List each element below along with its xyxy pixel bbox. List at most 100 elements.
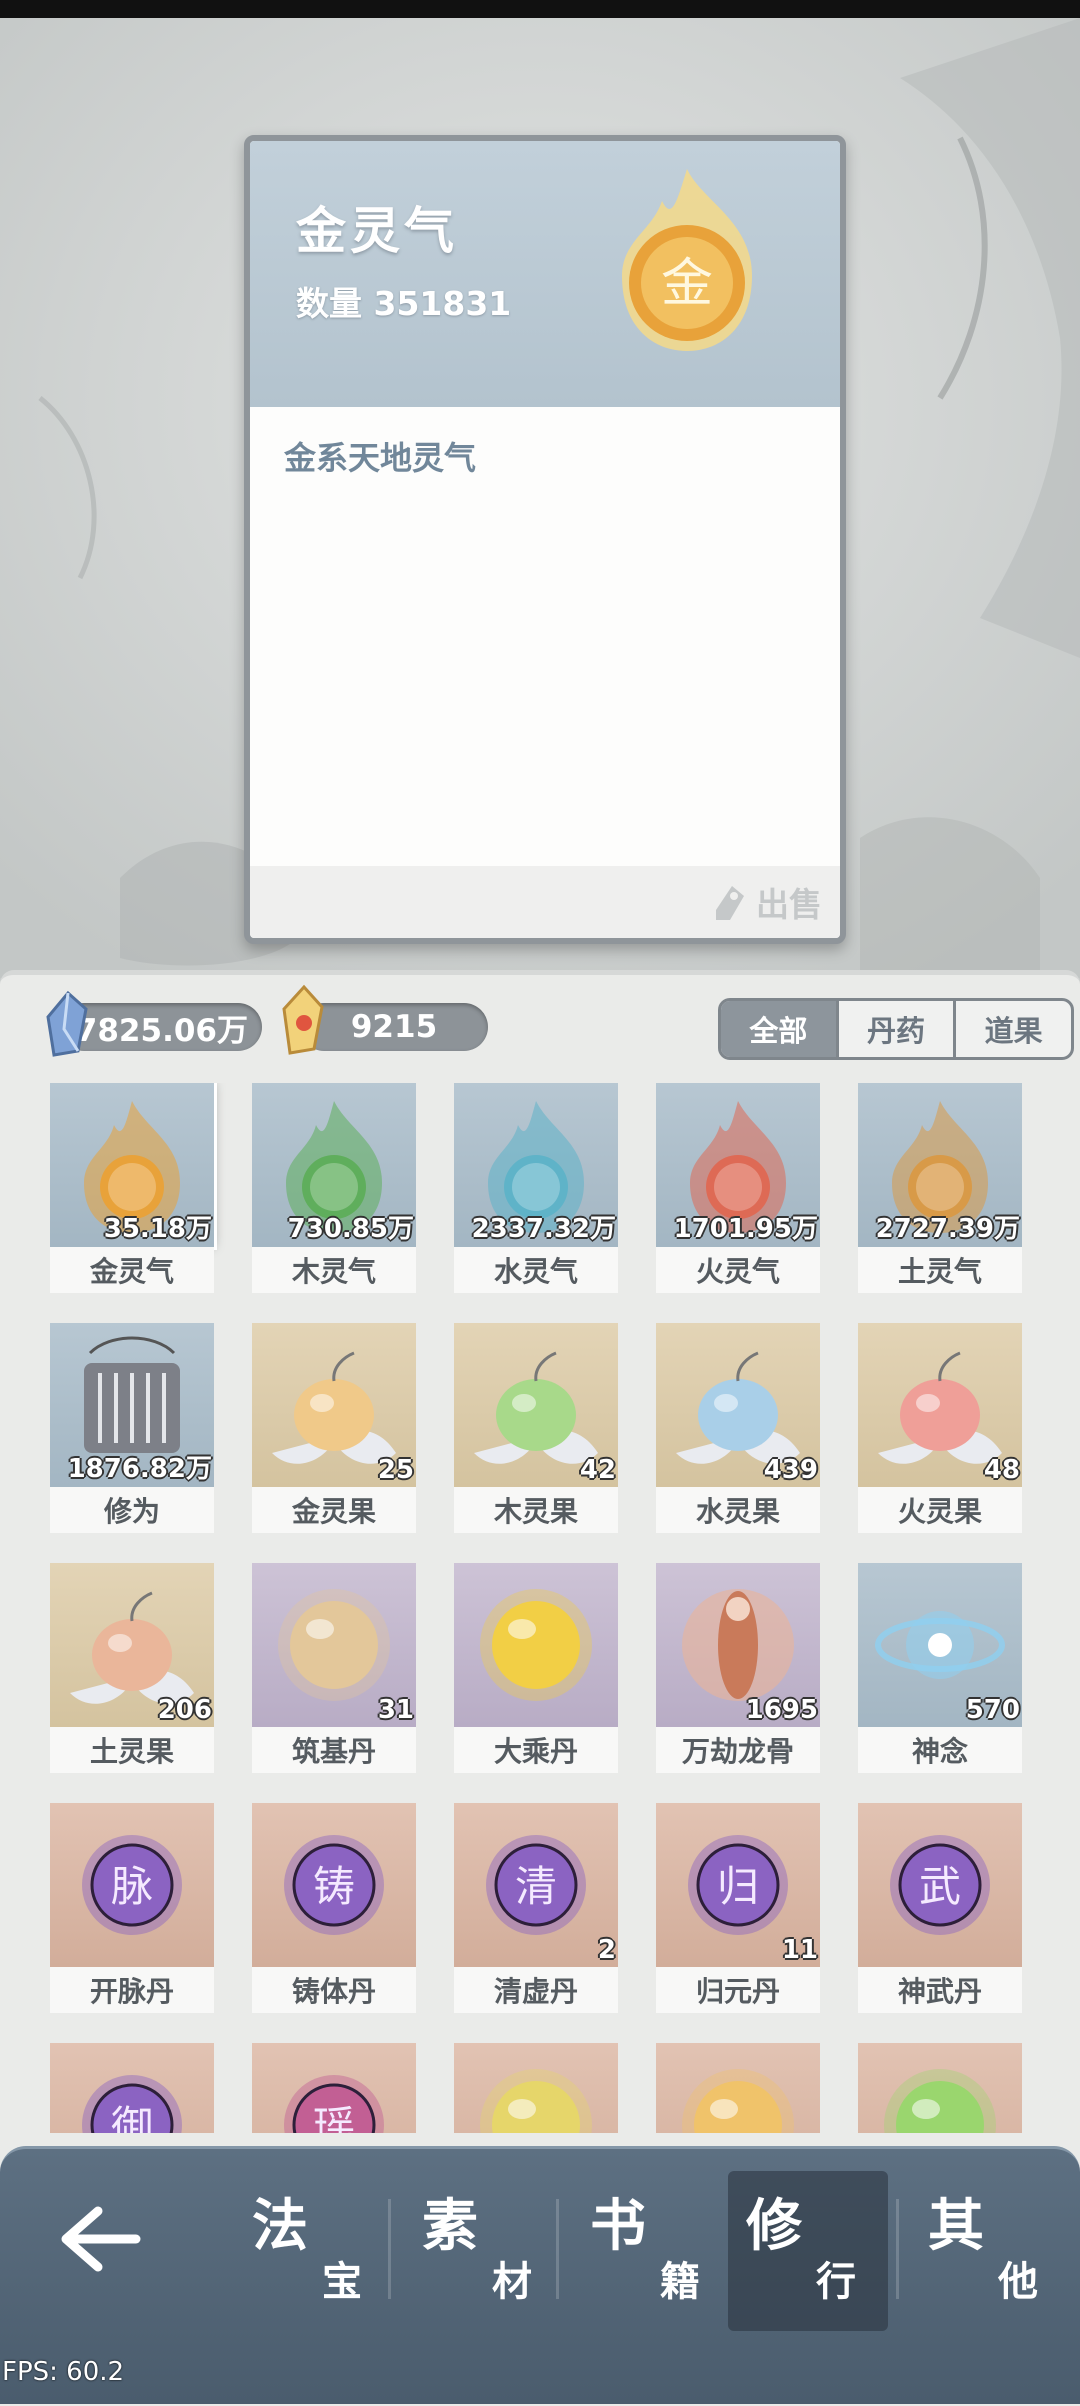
item-count: 35.18万 — [103, 1214, 212, 1244]
svg-text:金: 金 — [661, 254, 713, 314]
bottom-nav: 法 宝 素 材 书 籍 修 行 其 他 — [0, 2146, 1080, 2404]
item-thumbnail: 瑶 — [252, 2043, 416, 2133]
item-count: 439 — [763, 1455, 818, 1485]
nav-tab-other-big: 其 — [928, 2193, 984, 2259]
item-thumbnail: 570 — [858, 1563, 1022, 1727]
nav-tab-materials-big: 素 — [422, 2193, 478, 2259]
inventory-item[interactable]: 瑶 — [252, 2043, 420, 2133]
item-thumbnail: 归 11 — [656, 1803, 820, 1967]
inventory-item[interactable]: 铸铸体丹 — [252, 1803, 420, 2023]
item-count: 1695 — [745, 1695, 818, 1725]
item-name: 筑基丹 — [252, 1727, 416, 1773]
item-thumbnail: 1701.95万 — [656, 1083, 820, 1247]
item-thumbnail: 1695 — [656, 1563, 820, 1727]
item-name: 火灵果 — [858, 1487, 1022, 1533]
tab-all[interactable]: 全部 — [721, 1001, 836, 1057]
item-count: 数量 351831 — [296, 284, 512, 323]
inventory-item[interactable]: 2727.39万 土灵气 — [858, 1083, 1026, 1303]
item-thumbnail: 35.18万 — [50, 1083, 217, 1250]
inventory-item[interactable]: 25 金灵果 — [252, 1323, 420, 1543]
item-thumbnail: 2727.39万 — [858, 1083, 1022, 1247]
nav-tab-books-big: 书 — [590, 2193, 646, 2259]
item-count: 25 — [377, 1455, 414, 1485]
inventory-item[interactable]: 清 2 清虚丹 — [454, 1803, 622, 2023]
item-name: 修为 — [50, 1487, 214, 1533]
inventory-item[interactable]: 439 水灵果 — [656, 1323, 824, 1543]
inventory-item[interactable]: 大乘丹 — [454, 1563, 622, 1783]
inventory-item[interactable] — [454, 2043, 622, 2133]
gem-amount: 9215 — [350, 1009, 438, 1045]
svg-text:脉: 脉 — [111, 1862, 153, 1911]
item-icon: 铸 — [252, 1803, 416, 1967]
inventory-item[interactable] — [858, 2043, 1026, 2133]
item-count: 1701.95万 — [673, 1214, 818, 1244]
inventory-item[interactable]: 武神武丹 — [858, 1803, 1026, 2023]
inventory-item[interactable]: 脉开脉丹 — [50, 1803, 218, 2023]
filter-tabs: 全部 丹药 道果 — [718, 998, 1074, 1060]
inventory-item[interactable]: 48 火灵果 — [858, 1323, 1026, 1543]
back-arrow-icon[interactable] — [54, 2199, 144, 2279]
item-thumbnail: 2337.32万 — [454, 1083, 618, 1247]
spirit-stone-icon — [46, 990, 88, 1057]
inventory-item[interactable]: 1701.95万 火灵气 — [656, 1083, 824, 1303]
item-icon — [454, 2043, 618, 2133]
detail-footer: 出售 — [250, 866, 840, 938]
item-name: 大乘丹 — [454, 1727, 618, 1773]
nav-tab-other-small: 他 — [998, 2258, 1038, 2305]
svg-text:清: 清 — [515, 1862, 557, 1911]
nav-tab-treasures[interactable]: 法 宝 — [234, 2171, 394, 2331]
nav-tab-materials-small: 材 — [492, 2258, 532, 2305]
item-thumbnail: 铸 — [252, 1803, 416, 1967]
tab-pills[interactable]: 丹药 — [835, 1001, 954, 1057]
inventory-item[interactable] — [656, 2043, 824, 2133]
item-thumbnail: 206 — [50, 1563, 214, 1727]
nav-tab-materials[interactable]: 素 材 — [404, 2171, 564, 2331]
item-title: 金灵气 — [296, 202, 458, 260]
nav-tab-treasures-small: 宝 — [322, 2258, 362, 2305]
item-name: 木灵果 — [454, 1487, 618, 1533]
item-icon: 清 — [454, 1803, 618, 1967]
gem-balance: 9215 — [300, 1003, 488, 1051]
item-count: 730.85万 — [287, 1214, 414, 1244]
nav-tab-other[interactable]: 其 他 — [910, 2171, 1070, 2331]
item-thumbnail — [858, 2043, 1022, 2133]
item-name: 木灵气 — [252, 1247, 416, 1293]
inventory-item[interactable]: 42 木灵果 — [454, 1323, 622, 1543]
inventory-item[interactable]: 206 土灵果 — [50, 1563, 218, 1783]
item-name: 神念 — [858, 1727, 1022, 1773]
item-thumbnail: 730.85万 — [252, 1083, 416, 1247]
inventory-item[interactable]: 归 11 归元丹 — [656, 1803, 824, 2023]
item-icon — [656, 2043, 820, 2133]
tab-dao-fruit[interactable]: 道果 — [953, 1001, 1071, 1057]
inventory-item[interactable]: 1876.82万 修为 — [50, 1323, 218, 1543]
spirit-stone-amount: 7825.06万 — [75, 1012, 248, 1049]
inventory-item[interactable]: 31 筑基丹 — [252, 1563, 420, 1783]
item-icon: 御 — [50, 2043, 214, 2133]
item-icon: 瑶 — [252, 2043, 416, 2133]
nav-tab-books-small: 籍 — [660, 2258, 700, 2305]
item-name: 水灵气 — [454, 1247, 618, 1293]
inventory-item[interactable]: 730.85万 木灵气 — [252, 1083, 420, 1303]
detail-header: 金灵气 数量 351831 金 — [250, 141, 840, 407]
item-grid[interactable]: 35.18万 金灵气 730.85万 木灵气 2337.32万 水灵气 1701.95万 火灵… — [50, 1083, 1050, 2133]
nav-tab-cultivation[interactable]: 修 行 — [728, 2171, 888, 2331]
item-count: 1876.82万 — [67, 1454, 212, 1484]
item-name: 水灵果 — [656, 1487, 820, 1533]
nav-tab-books[interactable]: 书 籍 — [572, 2171, 732, 2331]
inventory-item[interactable]: 1695 万劫龙骨 — [656, 1563, 824, 1783]
sell-button[interactable]: 出售 — [710, 874, 822, 930]
item-count: 2337.32万 — [471, 1214, 616, 1244]
tab-dao-fruit-label: 道果 — [984, 1014, 1043, 1048]
svg-text:御: 御 — [111, 2102, 153, 2133]
svg-text:瑶: 瑶 — [313, 2102, 355, 2133]
inventory-item[interactable]: 35.18万 金灵气 — [50, 1083, 218, 1303]
gold-gem-icon — [282, 984, 324, 1055]
item-name: 火灵气 — [656, 1247, 820, 1293]
item-thumbnail — [454, 1563, 618, 1727]
item-name: 土灵果 — [50, 1727, 214, 1773]
inventory-item[interactable]: 570 神念 — [858, 1563, 1026, 1783]
item-count: 2 — [597, 1935, 616, 1965]
inventory-item[interactable]: 2337.32万 水灵气 — [454, 1083, 622, 1303]
inventory-item[interactable]: 御 — [50, 2043, 218, 2133]
item-description: 金系天地灵气 — [284, 439, 477, 477]
